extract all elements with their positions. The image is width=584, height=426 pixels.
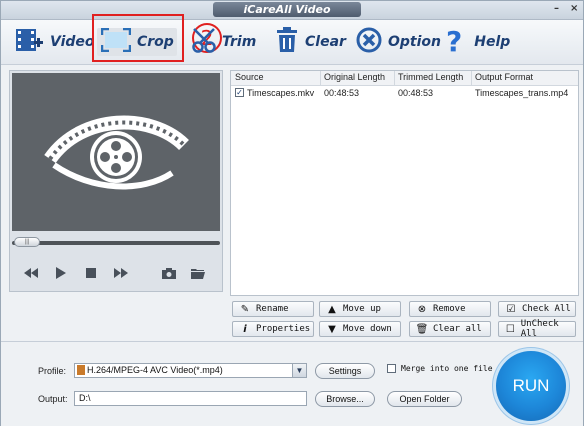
uncheck-all-button[interactable]: ☐ UnCheck All — [498, 319, 576, 339]
column-header-original-length[interactable]: Original Length — [324, 72, 385, 82]
remove-button[interactable]: ⊗ Remove — [409, 301, 491, 317]
seek-bar[interactable] — [12, 241, 220, 245]
option-button[interactable]: Option — [356, 26, 441, 58]
merge-label: Merge into one file — [401, 364, 493, 373]
column-header-trimmed-length[interactable]: Trimmed Length — [398, 72, 463, 82]
remove-icon: ⊗ — [417, 303, 427, 315]
check-all-label: Check All — [522, 304, 571, 314]
main-window: iCareAll Video Converter – × Video — [0, 0, 584, 426]
row-source: Timescapes.mkv — [247, 88, 315, 98]
clear-label: Clear — [305, 34, 346, 50]
seek-thumb[interactable]: ||| — [14, 237, 40, 247]
move-down-button[interactable]: ▼ Move down — [319, 321, 401, 337]
table-row[interactable]: Timescapes.mkv 00:48:53 00:48:53 Timesca… — [231, 86, 578, 100]
edit-icon: ✎ — [240, 303, 250, 315]
table-header: Source Original Length Trimmed Length Ou… — [231, 71, 578, 86]
move-up-label: Move up — [343, 304, 381, 314]
remove-label: Remove — [433, 304, 466, 314]
move-down-label: Move down — [343, 324, 392, 334]
option-label: Option — [388, 34, 441, 50]
fast-forward-icon[interactable] — [112, 265, 130, 281]
profile-select[interactable]: H.264/MPEG-4 AVC Video(*.mp4) ▼ — [74, 363, 307, 378]
file-list-table: Source Original Length Trimmed Length Ou… — [230, 70, 579, 296]
video-label: Video — [50, 34, 95, 50]
open-folder-icon[interactable] — [189, 265, 207, 281]
check-all-button[interactable]: ☑ Check All — [498, 301, 576, 317]
question-icon: ? — [446, 25, 463, 58]
trash-small-icon: 🗑 — [415, 323, 429, 335]
browse-button[interactable]: Browse... — [315, 391, 375, 407]
info-icon: i — [243, 323, 247, 335]
clear-all-button[interactable]: 🗑 Clear all — [409, 321, 491, 337]
crop-highlight-box — [92, 14, 184, 62]
merge-option[interactable]: Merge into one file — [387, 364, 493, 373]
output-path-field[interactable]: D:\ — [74, 391, 307, 406]
video-button[interactable]: Video — [14, 26, 95, 58]
trim-label: Trim — [222, 34, 257, 50]
properties-label: Properties — [256, 324, 311, 334]
row-original-length: 00:48:53 — [324, 88, 360, 98]
output-label: Output: — [38, 394, 68, 404]
help-label: Help — [474, 34, 511, 50]
stop-icon[interactable] — [82, 265, 100, 281]
scissors-icon — [190, 26, 220, 59]
open-folder-button[interactable]: Open Folder — [387, 391, 462, 407]
row-checkbox[interactable]: ✓ — [235, 88, 244, 97]
row-trimmed-length: 00:48:53 — [398, 88, 434, 98]
clear-all-label: Clear all — [433, 324, 482, 334]
title-bar: iCareAll Video Converter – × — [1, 1, 583, 31]
unchecked-box-icon: ☐ — [505, 323, 515, 335]
profile-label: Profile: — [38, 366, 67, 376]
arrow-down-icon: ▼ — [328, 323, 336, 335]
uncheck-all-label: UnCheck All — [520, 319, 559, 339]
checked-box-icon: ☑ — [506, 303, 516, 315]
properties-button[interactable]: i Properties — [232, 321, 314, 337]
profile-select-value: H.264/MPEG-4 AVC Video(*.mp4) — [87, 365, 223, 375]
rename-button[interactable]: ✎ Rename — [232, 301, 314, 317]
chevron-down-icon[interactable]: ▼ — [292, 364, 306, 377]
column-divider — [320, 71, 321, 85]
player-logo-icon — [44, 115, 189, 190]
window-title: iCareAll Video Converter — [213, 2, 361, 31]
minimize-button[interactable]: – — [554, 3, 559, 14]
video-preview-screen — [12, 73, 220, 231]
play-icon[interactable] — [52, 265, 70, 281]
clear-button[interactable]: Clear — [275, 26, 346, 58]
add-video-icon — [14, 27, 44, 58]
row-output-format: Timescapes_trans.mp4 — [475, 88, 569, 98]
merge-checkbox[interactable] — [387, 364, 396, 373]
rewind-icon[interactable] — [22, 265, 40, 281]
close-button[interactable]: × — [570, 3, 578, 14]
trash-icon — [275, 26, 299, 58]
arrow-up-icon: ▲ — [328, 303, 336, 315]
trim-button[interactable]: Trim — [190, 26, 256, 58]
help-button[interactable]: ? Help — [446, 26, 510, 58]
preview-panel: ||| — [9, 70, 223, 292]
snapshot-icon[interactable] — [160, 265, 178, 281]
column-header-output-format[interactable]: Output Format — [475, 72, 533, 82]
film-icon — [77, 365, 85, 375]
column-divider — [394, 71, 395, 85]
move-up-button[interactable]: ▲ Move up — [319, 301, 401, 317]
settings-button[interactable]: Settings — [315, 363, 375, 379]
column-header-source[interactable]: Source — [235, 72, 264, 82]
rename-label: Rename — [256, 304, 289, 314]
run-button[interactable]: RUN — [496, 351, 566, 421]
settings-cross-icon — [356, 27, 382, 58]
column-divider — [471, 71, 472, 85]
